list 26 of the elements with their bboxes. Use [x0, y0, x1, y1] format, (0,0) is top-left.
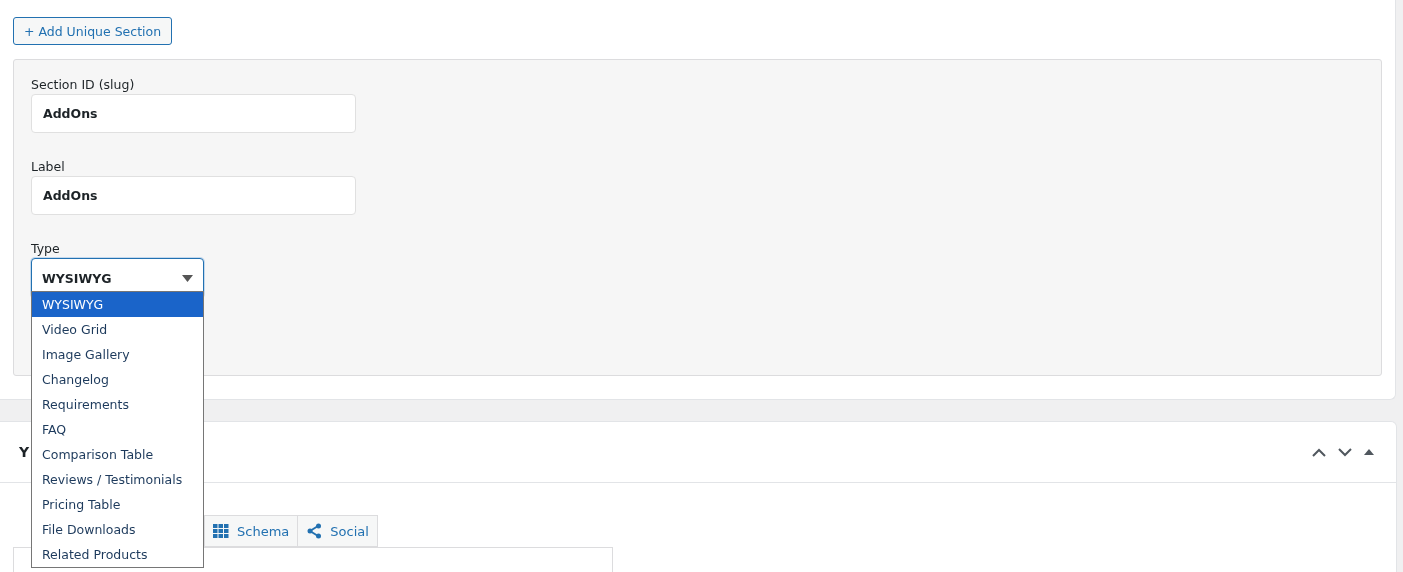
tab[interactable]: Schema — [204, 515, 299, 547]
field-label: Label — [31, 159, 66, 174]
dropdown-option[interactable]: Related Products — [32, 542, 203, 567]
field-label: Type — [31, 241, 61, 256]
panel-title: Y — [19, 444, 30, 460]
tab[interactable]: Social — [298, 515, 378, 547]
grid-icon — [213, 524, 229, 538]
add-section-button[interactable]: + Add Unique Section — [13, 17, 173, 45]
dropdown-option[interactable]: Requirements — [32, 392, 203, 417]
dropdown-option[interactable]: WYSIWYG — [32, 292, 203, 317]
input-field[interactable]: AddOns — [31, 94, 356, 133]
dropdown-option[interactable]: File Downloads — [32, 517, 203, 542]
chevron-up-icon[interactable] — [1312, 447, 1326, 457]
dropdown-option[interactable]: FAQ — [32, 417, 203, 442]
dropdown-option[interactable]: Pricing Table — [32, 492, 203, 517]
share-icon — [306, 523, 323, 539]
dropdown-option[interactable]: Image Gallery — [32, 342, 203, 367]
triangle-up-icon[interactable] — [1364, 449, 1374, 455]
dropdown-option[interactable]: Video Grid — [32, 317, 203, 342]
field-label: Section ID (slug) — [31, 77, 136, 92]
chevron-down-icon[interactable] — [1338, 447, 1352, 457]
dropdown-caret-icon — [182, 274, 193, 282]
dropdown-option[interactable]: Comparison Table — [32, 442, 203, 467]
dropdown-option[interactable]: Reviews / Testimonials — [32, 467, 203, 492]
input-field[interactable]: AddOns — [31, 176, 356, 215]
dropdown-option[interactable]: Changelog — [32, 367, 203, 392]
